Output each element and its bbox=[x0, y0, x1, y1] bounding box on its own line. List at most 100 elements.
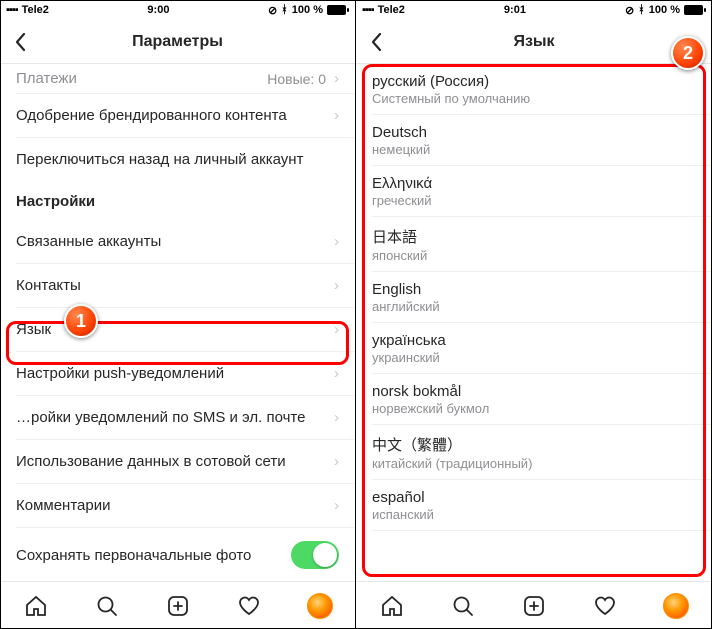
language-option[interactable]: 中文（繁體）китайский (традиционный) bbox=[356, 425, 712, 479]
language-secondary: норвежский букмол bbox=[372, 401, 696, 416]
push-row[interactable]: Настройки push-уведомлений › bbox=[0, 352, 355, 395]
language-option[interactable]: norsk bokmålнорвежский букмол bbox=[356, 374, 712, 424]
add-tab[interactable] bbox=[512, 584, 556, 628]
search-icon bbox=[451, 594, 475, 618]
branded-label: Одобрение брендированного контента bbox=[16, 107, 334, 124]
language-label: Язык bbox=[16, 321, 51, 338]
signal-icon: ▪▪▪▪ bbox=[6, 4, 18, 16]
back-button[interactable] bbox=[8, 20, 52, 63]
chevron-left-icon bbox=[14, 32, 26, 52]
save-original-toggle[interactable] bbox=[291, 541, 339, 569]
home-icon bbox=[24, 594, 48, 618]
push-label: Настройки push-уведомлений bbox=[16, 365, 224, 382]
battery-percent: 100 % bbox=[649, 4, 680, 16]
heart-icon bbox=[593, 594, 617, 618]
phone-right: ▪▪▪▪ Tele2 9:01 ⊘ ᚼ 100 % Язык русский (… bbox=[356, 0, 712, 629]
language-secondary: греческий bbox=[372, 193, 696, 208]
language-option[interactable]: 日本語японский bbox=[356, 217, 712, 271]
language-primary: Deutsch bbox=[372, 124, 696, 141]
comments-label: Комментарии bbox=[16, 497, 110, 514]
language-primary: українська bbox=[372, 332, 696, 349]
phone-left: ▪▪▪▪ Tele2 9:00 ⊘ ᚼ 100 % Параметры Плат… bbox=[0, 0, 356, 629]
bluetooth-icon: ᚼ bbox=[281, 4, 288, 16]
add-tab[interactable] bbox=[156, 584, 200, 628]
language-primary: norsk bokmål bbox=[372, 383, 696, 400]
switch-back-label: Переключиться назад на личный аккаунт bbox=[16, 151, 303, 168]
plus-square-icon bbox=[522, 594, 546, 618]
sms-row[interactable]: …ройки уведомлений по SMS и эл. почте › bbox=[0, 396, 355, 439]
language-option[interactable]: українськаукраинский bbox=[356, 323, 712, 373]
home-tab[interactable] bbox=[14, 584, 58, 628]
comments-row[interactable]: Комментарии › bbox=[0, 484, 355, 527]
contacts-row[interactable]: Контакты › bbox=[0, 264, 355, 307]
language-primary: español bbox=[372, 489, 696, 506]
nav-header: Параметры bbox=[0, 20, 355, 64]
signal-icon: ▪▪▪▪ bbox=[362, 4, 374, 16]
language-row[interactable]: Язык › bbox=[0, 308, 355, 351]
language-secondary: японский bbox=[372, 248, 696, 263]
language-option[interactable]: русский (Россия)Системный по умолчанию bbox=[356, 64, 712, 114]
language-option[interactable]: Ελληνικάгреческий bbox=[356, 166, 712, 216]
chevron-right-icon: › bbox=[334, 107, 339, 124]
rotation-lock-icon: ⊘ bbox=[268, 4, 277, 17]
language-primary: English bbox=[372, 281, 696, 298]
contacts-label: Контакты bbox=[16, 277, 81, 294]
tab-bar bbox=[0, 581, 355, 629]
language-primary: русский (Россия) bbox=[372, 73, 696, 90]
profile-tab[interactable] bbox=[654, 584, 698, 628]
language-secondary: украинский bbox=[372, 350, 696, 365]
language-option[interactable]: españolиспанский bbox=[356, 480, 712, 530]
language-option[interactable]: Deutschнемецкий bbox=[356, 115, 712, 165]
payments-label: Платежи bbox=[16, 70, 77, 87]
language-primary: 中文（繁體） bbox=[372, 434, 696, 455]
activity-tab[interactable] bbox=[583, 584, 627, 628]
chevron-right-icon: › bbox=[334, 277, 339, 294]
language-option[interactable]: Englishанглийский bbox=[356, 272, 712, 322]
profile-tab[interactable] bbox=[298, 584, 342, 628]
bluetooth-icon: ᚼ bbox=[638, 4, 645, 16]
plus-square-icon bbox=[166, 594, 190, 618]
language-secondary: немецкий bbox=[372, 142, 696, 157]
chevron-right-icon: › bbox=[334, 233, 339, 250]
avatar-icon bbox=[307, 593, 333, 619]
language-secondary: Системный по умолчанию bbox=[372, 91, 696, 106]
cellular-row[interactable]: Использование данных в сотовой сети › bbox=[0, 440, 355, 483]
status-bar: ▪▪▪▪ Tele2 9:00 ⊘ ᚼ 100 % bbox=[0, 0, 355, 20]
clock: 9:00 bbox=[147, 4, 169, 16]
sms-label: …ройки уведомлений по SMS и эл. почте bbox=[16, 409, 305, 426]
tab-bar bbox=[356, 581, 712, 629]
separator bbox=[372, 530, 712, 531]
activity-tab[interactable] bbox=[227, 584, 271, 628]
language-secondary: испанский bbox=[372, 507, 696, 522]
badge-2-text: 2 bbox=[683, 43, 693, 64]
badge-1-text: 1 bbox=[76, 311, 86, 332]
home-tab[interactable] bbox=[370, 584, 414, 628]
status-bar: ▪▪▪▪ Tele2 9:01 ⊘ ᚼ 100 % bbox=[356, 0, 712, 20]
search-tab[interactable] bbox=[441, 584, 485, 628]
chevron-right-icon: › bbox=[334, 70, 339, 87]
settings-section-header: Настройки bbox=[0, 181, 355, 220]
search-tab[interactable] bbox=[85, 584, 129, 628]
branded-content-row[interactable]: Одобрение брендированного контента › bbox=[0, 94, 355, 137]
save-original-label: Сохранять первоначальные фото bbox=[16, 547, 251, 564]
carrier-label: Tele2 bbox=[378, 4, 405, 16]
chevron-left-icon bbox=[370, 32, 382, 52]
linked-accounts-row[interactable]: Связанные аккаунты › bbox=[0, 220, 355, 263]
switch-back-row[interactable]: Переключиться назад на личный аккаунт bbox=[0, 138, 355, 181]
save-original-row: Сохранять первоначальные фото bbox=[0, 528, 355, 581]
page-title: Язык bbox=[513, 33, 554, 51]
clock: 9:01 bbox=[504, 4, 526, 16]
payments-row[interactable]: Платежи Новые: 0 › bbox=[0, 64, 355, 93]
language-secondary: китайский (традиционный) bbox=[372, 456, 696, 471]
nav-header: Язык bbox=[356, 20, 712, 64]
language-secondary: английский bbox=[372, 299, 696, 314]
back-button[interactable] bbox=[364, 20, 408, 63]
page-title: Параметры bbox=[132, 33, 223, 51]
language-primary: Ελληνικά bbox=[372, 175, 696, 192]
chevron-right-icon: › bbox=[334, 365, 339, 382]
language-primary: 日本語 bbox=[372, 226, 696, 247]
home-icon bbox=[380, 594, 404, 618]
battery-icon bbox=[327, 5, 349, 15]
annotation-badge-1: 1 bbox=[64, 304, 98, 338]
heart-icon bbox=[237, 594, 261, 618]
